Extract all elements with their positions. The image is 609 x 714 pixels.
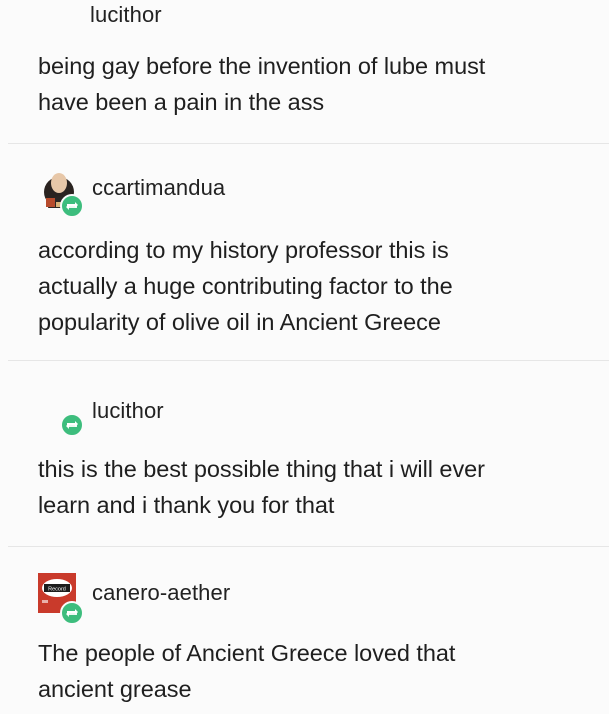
reblog-icon bbox=[60, 194, 84, 218]
post-3: lucithor this is the best possible thing… bbox=[0, 361, 609, 546]
reblog-icon bbox=[60, 601, 84, 625]
post-2: ccartimandua according to my history pro… bbox=[0, 144, 609, 360]
post-body: being gay before the invention of lube m… bbox=[38, 53, 486, 115]
post-1: lucithor being gay before the invention … bbox=[0, 0, 609, 140]
post-body: The people of Ancient Greece loved that … bbox=[38, 640, 456, 702]
username[interactable]: lucithor bbox=[92, 398, 164, 424]
username[interactable]: canero-aether bbox=[92, 580, 230, 606]
reblog-icon bbox=[60, 413, 84, 437]
post-body: according to my history professor this i… bbox=[38, 237, 453, 335]
username[interactable]: ccartimandua bbox=[92, 175, 225, 201]
post-4: Record canero-aether The people of Ancie… bbox=[0, 547, 609, 714]
username[interactable]: lucithor bbox=[90, 2, 162, 28]
post-body: this is the best possible thing that i w… bbox=[38, 456, 485, 518]
record-logo-label: Record bbox=[48, 587, 66, 593]
